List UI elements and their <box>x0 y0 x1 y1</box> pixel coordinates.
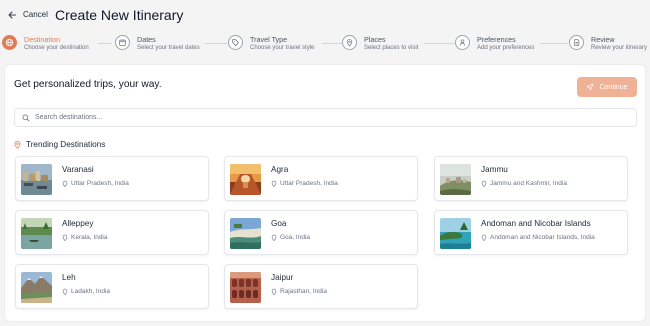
destination-thumbnail <box>21 218 52 249</box>
destination-name: Andoman and Nicobar Islands <box>481 219 591 228</box>
destination-thumbnail <box>230 164 261 195</box>
step-subtitle: Choose your destination <box>24 45 89 51</box>
location-text: Rajasthan, India <box>280 288 327 295</box>
step-connector <box>322 43 342 44</box>
map-pin-icon <box>481 234 487 241</box>
step-connector <box>205 43 227 44</box>
destination-item-agra[interactable]: Agra Uttar Pradesh, India <box>224 156 418 201</box>
location-text: Kerala, India <box>71 234 108 241</box>
destination-thumbnail <box>440 164 471 195</box>
top-bar: Cancel Create New Itinerary <box>0 0 650 30</box>
page-title: Create New Itinerary <box>55 7 184 23</box>
search-input[interactable]: Search destinations... <box>14 108 637 127</box>
step-destination[interactable]: Destination Choose your destination <box>2 33 96 55</box>
step-connector <box>98 43 112 44</box>
destination-name: Jammu <box>481 165 508 174</box>
cancel-link[interactable]: Cancel <box>23 10 48 19</box>
destination-thumbnail <box>21 272 52 303</box>
search-placeholder: Search destinations... <box>35 114 103 121</box>
document-icon <box>569 35 584 50</box>
tag-icon <box>228 35 243 50</box>
destination-card: Get personalized trips, your way. Contin… <box>4 64 646 322</box>
destination-thumbnail <box>440 218 471 249</box>
destination-item-andoman-nicobar[interactable]: Andoman and Nicobar Islands Andoman and … <box>434 210 628 255</box>
progress-stepper: Destination Choose your destination Date… <box>0 30 650 58</box>
step-title: Travel Type <box>250 35 288 44</box>
destination-item-alleppey[interactable]: Alleppey Kerala, India <box>15 210 209 255</box>
location-text: Ladakh, India <box>71 288 111 295</box>
location-text: Uttar Pradesh, India <box>280 180 338 187</box>
step-subtitle: Select your travel dates <box>137 45 200 51</box>
user-icon <box>455 35 470 50</box>
destination-name: Varanasi <box>62 165 94 174</box>
destination-name: Leh <box>62 273 76 282</box>
step-subtitle: Select places to visit <box>364 45 419 51</box>
continue-label: Continue <box>599 83 628 91</box>
map-pin-icon <box>62 180 68 187</box>
step-title: Places <box>364 35 386 44</box>
location-text: Andoman and Nicobar Islands, India <box>490 234 595 241</box>
step-title: Dates <box>137 35 156 44</box>
location-text: Jammu and Kashmir, India <box>490 180 567 187</box>
destination-item-varanasi[interactable]: Varanasi Uttar Pradesh, India <box>15 156 209 201</box>
step-travel-type[interactable]: Travel Type Choose your travel style <box>228 33 323 55</box>
destination-item-jammu[interactable]: Jammu Jammu and Kashmir, India <box>434 156 628 201</box>
search-icon <box>22 114 30 122</box>
step-title: Preferences <box>477 35 516 44</box>
step-connector <box>424 43 454 44</box>
map-pin-icon <box>14 140 21 149</box>
map-pin-icon <box>481 180 487 187</box>
map-pin-icon <box>271 234 277 241</box>
map-pin-icon <box>62 234 68 241</box>
step-subtitle: Add your preferences <box>477 45 535 51</box>
destination-item-leh[interactable]: Leh Ladakh, India <box>15 264 209 309</box>
step-dates[interactable]: Dates Select your travel dates <box>115 33 205 55</box>
continue-button[interactable]: Continue <box>577 77 637 97</box>
destination-name: Jaipur <box>271 273 294 282</box>
globe-icon <box>2 35 17 50</box>
step-title: Review <box>591 35 615 44</box>
location-text: Uttar Pradesh, India <box>71 180 129 187</box>
step-preferences[interactable]: Preferences Add your preferences <box>455 33 540 55</box>
step-review[interactable]: Review Review your itinerary <box>569 33 650 55</box>
destination-name: Goa <box>271 219 287 228</box>
trending-label: Trending Destinations <box>26 140 106 149</box>
destination-thumbnail <box>230 218 261 249</box>
destination-name: Alleppey <box>62 219 94 228</box>
step-connector <box>540 43 568 44</box>
map-pin-icon <box>271 288 277 295</box>
send-icon <box>587 83 594 91</box>
map-pin-icon <box>62 288 68 295</box>
step-subtitle: Choose your travel style <box>250 45 315 51</box>
calendar-icon <box>115 35 130 50</box>
arrow-left-icon[interactable] <box>7 9 17 21</box>
step-title: Destination <box>24 35 60 44</box>
map-pin-icon <box>271 180 277 187</box>
step-places[interactable]: Places Select places to visit <box>342 33 424 55</box>
destination-thumbnail <box>230 272 261 303</box>
location-text: Goa, India <box>280 234 310 241</box>
section-heading: Get personalized trips, your way. <box>14 79 162 90</box>
destination-item-goa[interactable]: Goa Goa, India <box>224 210 418 255</box>
map-pin-icon <box>342 35 357 50</box>
destination-thumbnail <box>21 164 52 195</box>
step-subtitle: Review your itinerary <box>591 45 648 51</box>
destination-name: Agra <box>271 165 289 174</box>
destination-item-jaipur[interactable]: Jaipur Rajasthan, India <box>224 264 418 309</box>
